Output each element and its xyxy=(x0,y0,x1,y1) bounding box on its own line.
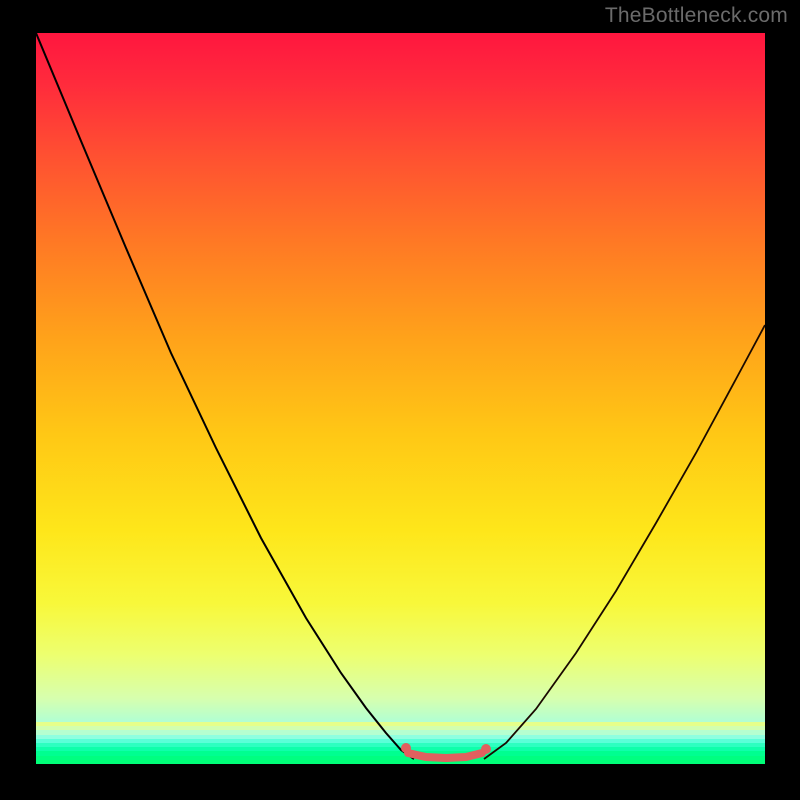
valley-dot-right xyxy=(481,744,491,754)
watermark-text: TheBottleneck.com xyxy=(605,4,788,28)
plot-area xyxy=(36,33,765,764)
left-curve-path xyxy=(36,33,414,759)
valley-highlight xyxy=(408,753,482,758)
curve-overlay xyxy=(36,33,765,764)
valley-dot-left xyxy=(401,743,411,753)
right-curve-path xyxy=(484,325,765,759)
chart-stage: TheBottleneck.com xyxy=(0,0,800,800)
